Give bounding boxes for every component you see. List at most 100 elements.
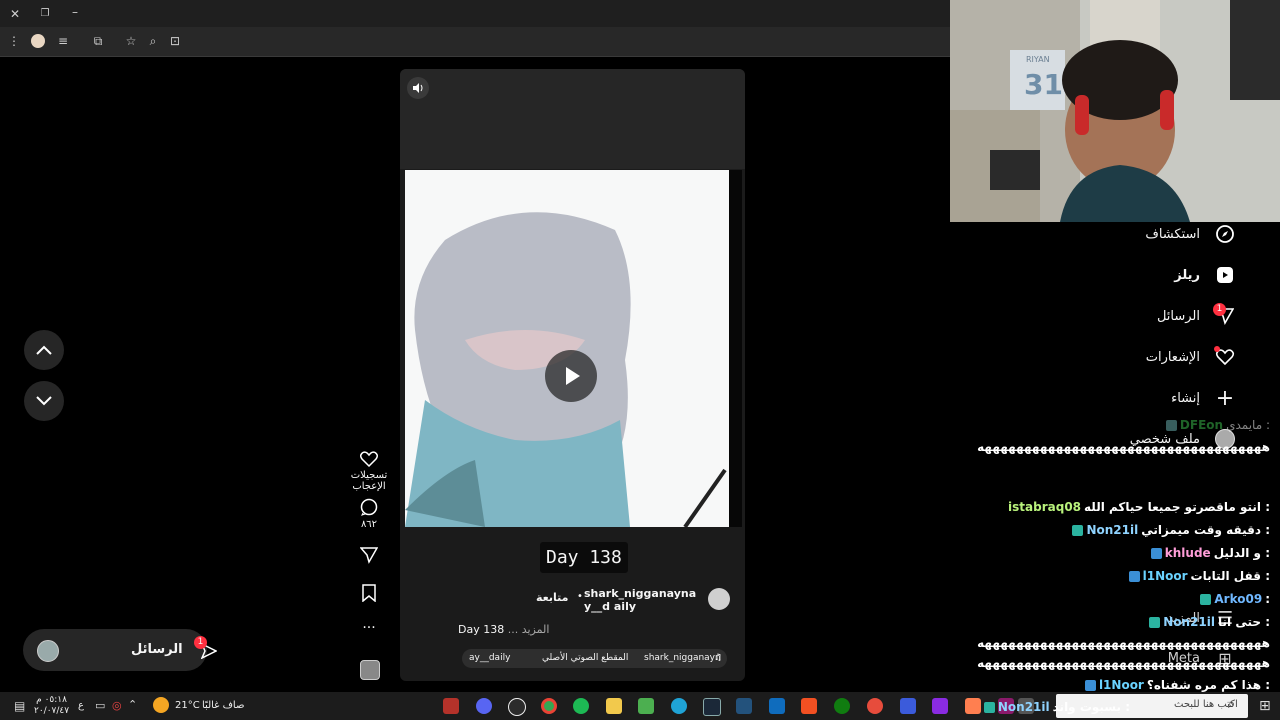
profile-icon[interactable]	[31, 34, 45, 48]
moderator-badge-icon	[1084, 679, 1096, 691]
chat-line: khlude و الدليل :	[1150, 542, 1270, 564]
chat-username: khlude	[1164, 546, 1211, 560]
moderator-badge-icon	[1128, 570, 1140, 582]
chat-text: ههههههههههههههههههههههههههههههههههههه	[977, 636, 1270, 650]
file-explorer-icon[interactable]	[606, 698, 622, 714]
comment-action[interactable]: ٨٦٢	[335, 498, 403, 530]
restore-icon[interactable]: ❐	[37, 7, 53, 21]
jersey-name: RIYAN	[1026, 55, 1050, 64]
music-note-icon: ♫	[714, 653, 723, 663]
audio-partial-user: ay__daily	[469, 653, 511, 663]
app-extra-icon[interactable]	[965, 698, 981, 714]
audio-thumbnail[interactable]	[360, 660, 380, 680]
minimize-icon[interactable]: –	[67, 5, 83, 19]
chat-line: ههههههههههههههههههههههههههههههههههههه	[977, 436, 1270, 458]
reel-top-area	[400, 69, 745, 169]
store-icon[interactable]	[801, 698, 817, 714]
reel-caption-text: Day 138	[458, 623, 505, 636]
nav-notifications[interactable]: الإشعارات	[1146, 345, 1236, 369]
moderator-badge-icon	[1150, 547, 1162, 559]
nav-messages[interactable]: 1 الرسائل	[1157, 303, 1236, 328]
mute-toggle-button[interactable]	[407, 77, 429, 99]
start-icon[interactable]: ⊞	[1259, 698, 1271, 714]
volume-icon[interactable]: ▭	[95, 699, 105, 712]
weather-desc[interactable]: صاف غالبًا	[202, 700, 244, 711]
chat-username: istabraq08	[1008, 500, 1082, 514]
network-icon[interactable]: ◎	[112, 699, 122, 712]
bookmark-star-icon[interactable]: ☆	[123, 34, 139, 48]
messages-badge: 1	[194, 636, 207, 649]
chat-text: ههههههههههههههههههههههههههههههههههههه	[977, 656, 1270, 670]
subscriber-badge-icon	[983, 701, 995, 713]
weather-temp[interactable]: 21°C	[175, 700, 200, 711]
chat-text: ههههههههههههههههههههههههههههههههههههه	[977, 440, 1270, 454]
vscode-icon[interactable]	[736, 698, 752, 714]
reels-icon	[1214, 264, 1236, 286]
play-button[interactable]	[545, 350, 597, 402]
chat-username: DFEon	[1179, 418, 1224, 432]
paper-plane-icon	[359, 547, 379, 564]
chat-line: Non21il حتى انا :	[1149, 611, 1270, 633]
reel-video[interactable]	[405, 170, 729, 527]
nav-create[interactable]: + إنشاء	[1171, 386, 1236, 411]
reel-card: Day 138 متابعة • shark_nigganaynay__d ai…	[400, 69, 745, 681]
browser-toolbar: ⋮ ≡ ⧉ ☆ ⌕ ⊡	[0, 27, 950, 57]
menu-icon[interactable]: ⋮	[6, 34, 22, 48]
nav-explore[interactable]: استكشاف	[1145, 222, 1236, 246]
discord-icon[interactable]	[476, 698, 492, 714]
edge-icon[interactable]	[671, 698, 687, 714]
save-action[interactable]	[335, 584, 403, 605]
spotify-icon[interactable]	[573, 698, 589, 714]
input-language[interactable]: ع	[78, 700, 84, 711]
compass-icon	[1214, 223, 1236, 245]
app-blue-icon[interactable]	[900, 698, 916, 714]
previous-reel-button[interactable]	[24, 330, 64, 370]
more-link[interactable]: ... المزيد	[508, 623, 550, 636]
copilot-icon[interactable]	[932, 698, 948, 714]
speaker-icon	[413, 83, 423, 93]
next-reel-button[interactable]	[24, 381, 64, 421]
mail-icon[interactable]	[769, 698, 785, 714]
like-action[interactable]: تسجيلات الإعجاب	[335, 451, 403, 492]
clock[interactable]: ٠٥:١٨ م ٢٠/٠٧/٤٧	[34, 695, 69, 717]
reel-author-avatar[interactable]	[708, 588, 730, 610]
share-action[interactable]	[335, 546, 403, 567]
reading-list-icon[interactable]: ≡	[55, 34, 71, 48]
clock-time: ٠٥:١٨ م	[36, 695, 67, 705]
obs-icon[interactable]	[508, 698, 526, 716]
chat-username: Non21il	[1086, 523, 1139, 537]
chat-line: ههههههههههههههههههههههههههههههههههههه	[977, 652, 1270, 674]
audio-chip[interactable]: ay__daily المقطع الصوتي الأصلي shark_nig…	[462, 649, 727, 668]
chat-username: Non21il	[997, 700, 1050, 714]
bookmark-icon	[362, 584, 376, 603]
search-icon: ⌕	[1228, 697, 1236, 712]
chat-text: حتى انا :	[1218, 615, 1270, 629]
nav-create-label: إنشاء	[1171, 390, 1200, 406]
show-hidden-icons-icon[interactable]: ⌃	[128, 698, 137, 711]
extensions-icon[interactable]: ⧉	[90, 34, 106, 48]
chat-text: و الدليل :	[1213, 546, 1270, 560]
steam-icon[interactable]	[703, 698, 721, 716]
notification-center-icon[interactable]: ▤	[14, 699, 25, 713]
browser-title-bar: ✕ ❐ –	[0, 0, 950, 27]
chevron-down-icon	[36, 396, 52, 406]
messages-pill-label: الرسائل	[131, 642, 183, 657]
rockstar-icon[interactable]	[867, 698, 883, 714]
install-icon[interactable]: ⊡	[167, 34, 183, 48]
close-icon[interactable]: ✕	[7, 7, 23, 21]
subscriber-badge-icon	[1149, 616, 1161, 628]
reel-username[interactable]: shark_nigganaynay__d aily	[584, 587, 700, 613]
follow-button[interactable]: متابعة	[536, 591, 568, 604]
nav-reels-label: ريلز	[1174, 267, 1200, 283]
subscriber-badge-icon	[1165, 419, 1177, 431]
app-red-icon[interactable]	[443, 698, 459, 714]
video-letterbox	[729, 170, 742, 527]
minecraft-icon[interactable]	[638, 698, 654, 714]
chrome-icon[interactable]	[541, 698, 557, 714]
nav-reels[interactable]: ريلز	[1174, 263, 1236, 287]
zoom-icon[interactable]: ⌕	[145, 34, 161, 48]
chat-text: قفل التابات :	[1190, 569, 1270, 583]
messages-pill[interactable]: الرسائل 1	[23, 629, 217, 671]
more-options-icon[interactable]: ···	[335, 620, 403, 636]
xbox-icon[interactable]	[834, 698, 850, 714]
